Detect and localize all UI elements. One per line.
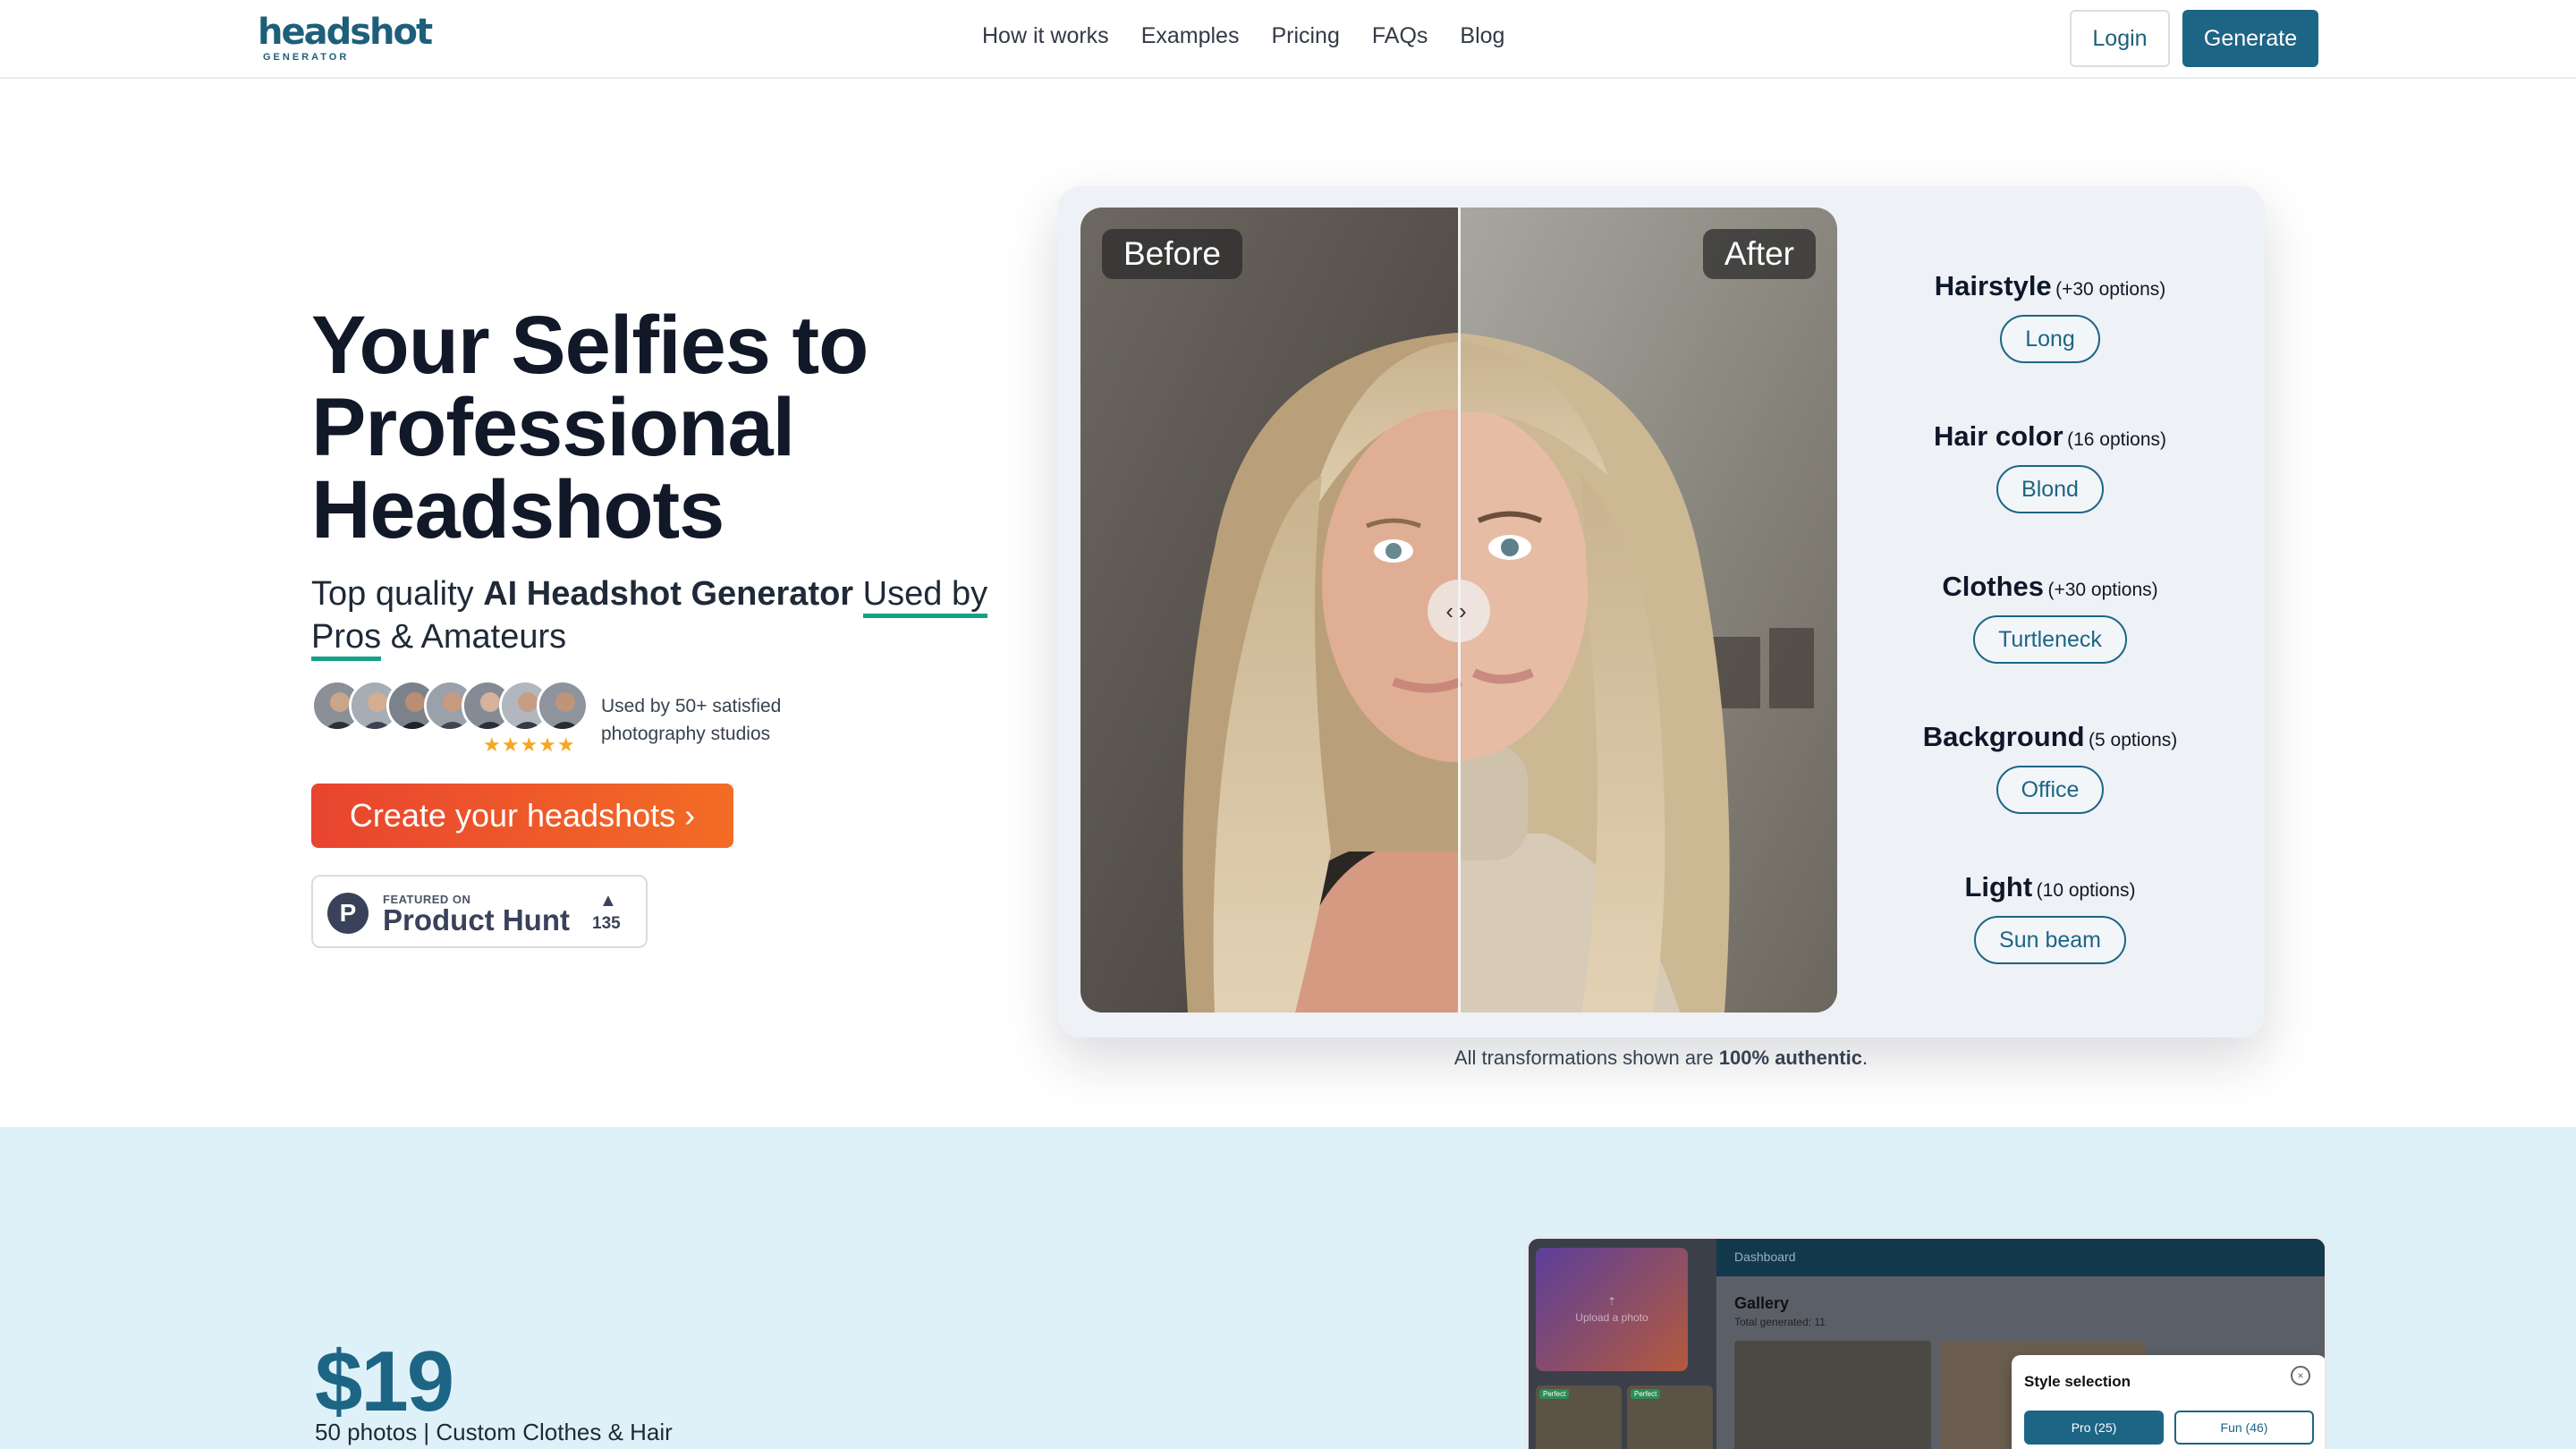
thumbnail: Perfect <box>1627 1385 1713 1449</box>
cta-label: Create your headshots <box>349 797 676 834</box>
generate-button[interactable]: Generate <box>2182 10 2318 67</box>
thumb-tag: Perfect <box>1631 1389 1661 1399</box>
upload-icon: ⇡ <box>1606 1295 1617 1308</box>
style-fun-button: Fun (46) <box>2174 1411 2314 1445</box>
subtitle-underline-1: Used by <box>862 575 988 618</box>
nav-link-examples[interactable]: Examples <box>1141 23 1240 49</box>
nav-link-blog[interactable]: Blog <box>1460 23 1504 49</box>
option-count: (+30 options) <box>2055 279 2166 300</box>
subtitle-part-2: & Amateurs <box>390 618 567 656</box>
option-title: Hairstyle <box>1934 270 2052 301</box>
authentic-period: . <box>1861 1046 1868 1069</box>
slider-handle-icon[interactable]: ‹› <box>1428 580 1490 642</box>
gallery-title: Gallery <box>1734 1294 1790 1312</box>
style-pro-button: Pro (25) <box>2024 1411 2164 1445</box>
price-amount: $19 <box>315 1334 454 1429</box>
dashboard-topbar: Dashboard <box>1716 1239 2325 1276</box>
subtitle-underline-2: Pros <box>311 618 382 661</box>
option-count: (+30 options) <box>2047 580 2158 600</box>
logo-subtitle: GENERATOR <box>263 52 350 63</box>
nav-links: How it works Examples Pricing FAQs Blog <box>982 23 1504 49</box>
price-details: 50 photos | Custom Clothes & Hair <box>315 1419 673 1445</box>
rating-stars: ★★★★★ <box>483 733 576 756</box>
option-value-pill[interactable]: Office <box>1996 766 2105 814</box>
nav-link-pricing[interactable]: Pricing <box>1271 23 1339 49</box>
nav-link-faqs[interactable]: FAQs <box>1372 23 1428 49</box>
thumb-tag: Perfect <box>1539 1389 1570 1399</box>
thumbnail-list: Perfect Perfect <box>1536 1385 1713 1449</box>
brand-logo[interactable]: headshot GENERATOR <box>258 12 433 63</box>
gallery-subtitle: Total generated: 11 <box>1734 1316 1826 1328</box>
option-light: Light (10 options) Sun beam <box>1853 871 2247 964</box>
before-label: Before <box>1102 229 1243 279</box>
style-selection-title: Style selection <box>2024 1373 2131 1390</box>
option-value-pill[interactable]: Sun beam <box>1974 916 2126 964</box>
style-selection-popup: Style selection × Pro (25) Fun (46) <box>2012 1355 2325 1449</box>
option-background: Background (5 options) Office <box>1853 721 2247 814</box>
pricing-section: $19 50 photos | Custom Clothes & Hair ⇡ … <box>0 1127 2576 1449</box>
option-value-pill[interactable]: Turtleneck <box>1973 615 2127 664</box>
avatar <box>537 680 589 732</box>
option-value-pill[interactable]: Long <box>2000 315 2100 363</box>
option-title: Hair color <box>1933 420 2063 452</box>
authentic-bold: 100% authentic <box>1718 1046 1862 1069</box>
authenticity-note: All transformations shown are 100% authe… <box>1057 1046 2265 1070</box>
social-proof-text: Used by 50+ satisfied photography studio… <box>601 696 782 744</box>
before-after-photo: Before After ‹› <box>1080 208 1837 1013</box>
logo-wordmark: headshot <box>258 12 433 53</box>
hero-subtitle: Top quality AI Headshot Generator Used b… <box>311 572 1009 661</box>
product-hunt-icon: P <box>327 893 369 934</box>
option-hairstyle: Hairstyle (+30 options) Long <box>1853 270 2247 363</box>
subtitle-bold: AI Headshot Generator <box>483 575 854 613</box>
top-nav: headshot GENERATOR How it works Examples… <box>0 0 2576 79</box>
upload-photo-area: ⇡ Upload a photo <box>1536 1248 1688 1371</box>
dashboard-preview: ⇡ Upload a photo Perfect Perfect Dashboa… <box>1526 1236 2327 1449</box>
nav-link-how-it-works[interactable]: How it works <box>982 23 1109 49</box>
chevron-right-icon: › <box>684 797 696 834</box>
option-count: (10 options) <box>2036 880 2136 901</box>
option-count: (16 options) <box>2067 429 2167 450</box>
option-title: Background <box>1922 721 2085 752</box>
create-headshots-button[interactable]: Create your headshots › <box>311 784 733 848</box>
option-title: Light <box>1964 871 2033 902</box>
option-value-pill[interactable]: Blond <box>1996 465 2104 513</box>
upload-label: Upload a photo <box>1575 1311 1648 1324</box>
authentic-text: All transformations shown are <box>1453 1046 1714 1069</box>
close-icon: × <box>2291 1366 2310 1385</box>
after-label: After <box>1702 229 1816 279</box>
customer-avatars <box>311 680 589 732</box>
ph-name: Product Hunt <box>383 903 570 936</box>
thumbnail: Perfect <box>1536 1385 1622 1449</box>
dashboard-sidebar: ⇡ Upload a photo Perfect Perfect <box>1529 1239 1716 1449</box>
ph-upvote-count: 135 <box>592 914 621 933</box>
product-hunt-badge[interactable]: P FEATURED ON Product Hunt ▲ 135 <box>311 875 648 948</box>
login-button[interactable]: Login <box>2070 10 2170 67</box>
option-hair-color: Hair color (16 options) Blond <box>1853 420 2247 513</box>
transformation-card: Before After ‹› Hairstyle (+30 options) … <box>1057 186 2265 1038</box>
option-clothes: Clothes (+30 options) Turtleneck <box>1853 571 2247 664</box>
option-title: Clothes <box>1942 571 2045 602</box>
subtitle-part-1: Top quality <box>311 575 474 613</box>
option-count: (5 options) <box>2089 730 2178 750</box>
upvote-arrow-icon: ▲ <box>599 891 617 911</box>
hero-title: Your Selfies to Professional Headshots <box>311 300 869 555</box>
gallery-image <box>1734 1341 1931 1449</box>
